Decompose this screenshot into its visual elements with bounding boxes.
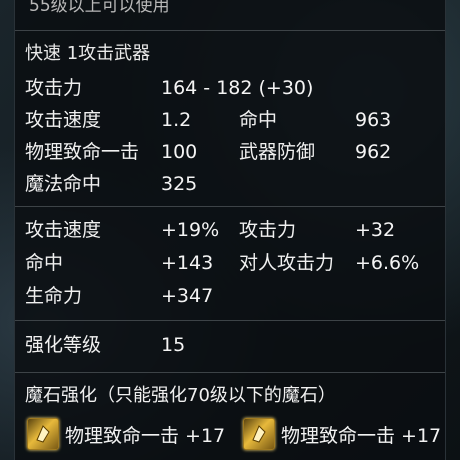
enhance-label: 强化等级	[25, 334, 102, 356]
item-tooltip: 55级以上可以使用 快速 1攻击武器 攻击力 164 - 182 (+30) 攻…	[14, 0, 446, 460]
manastone-text: 物理致命一击 +17	[65, 424, 226, 447]
bonus-label: 命中	[25, 252, 64, 274]
manastone-text: 物理致命一击 +17	[281, 424, 442, 447]
bonus-value: +6.6%	[355, 252, 420, 274]
manastone-title: 魔石强化（只能强化70级以下的魔石）	[25, 385, 336, 406]
stat-label: 命中	[239, 109, 278, 131]
stat-label: 武器防御	[239, 141, 316, 163]
stat-value: 962	[355, 141, 392, 163]
level-requirement: 55级以上可以使用	[29, 0, 170, 16]
manastone-icon	[243, 418, 275, 450]
enhance-value: 15	[161, 334, 186, 356]
separator	[15, 206, 445, 207]
stat-value: 1.2	[161, 109, 192, 131]
bonus-label: 攻击力	[239, 219, 297, 241]
stat-value: 963	[355, 109, 392, 131]
stat-value: 325	[161, 173, 198, 195]
stat-label: 攻击力	[25, 77, 83, 99]
separator	[15, 320, 445, 321]
stat-label: 魔法命中	[25, 173, 102, 195]
bonus-value: +32	[355, 219, 396, 241]
separator	[15, 372, 445, 373]
bonus-label: 对人攻击力	[239, 252, 335, 274]
separator	[15, 30, 445, 31]
weapon-type: 快速 1攻击武器	[25, 43, 151, 64]
bonus-value: +143	[161, 252, 214, 274]
stat-label: 物理致命一击	[25, 141, 140, 163]
manastone-slot[interactable]: 物理致命一击 +17	[27, 418, 225, 450]
manastone-icon	[27, 418, 59, 450]
stat-value: 100	[161, 141, 198, 163]
bonus-value: +347	[161, 285, 214, 307]
manastone-slot[interactable]: 物理致命一击 +17	[243, 418, 441, 450]
stat-label: 攻击速度	[25, 109, 102, 131]
bonus-label: 生命力	[25, 285, 83, 307]
bonus-label: 攻击速度	[25, 219, 102, 241]
bonus-value: +19%	[161, 219, 220, 241]
stat-value: 164 - 182 (+30)	[161, 77, 314, 99]
